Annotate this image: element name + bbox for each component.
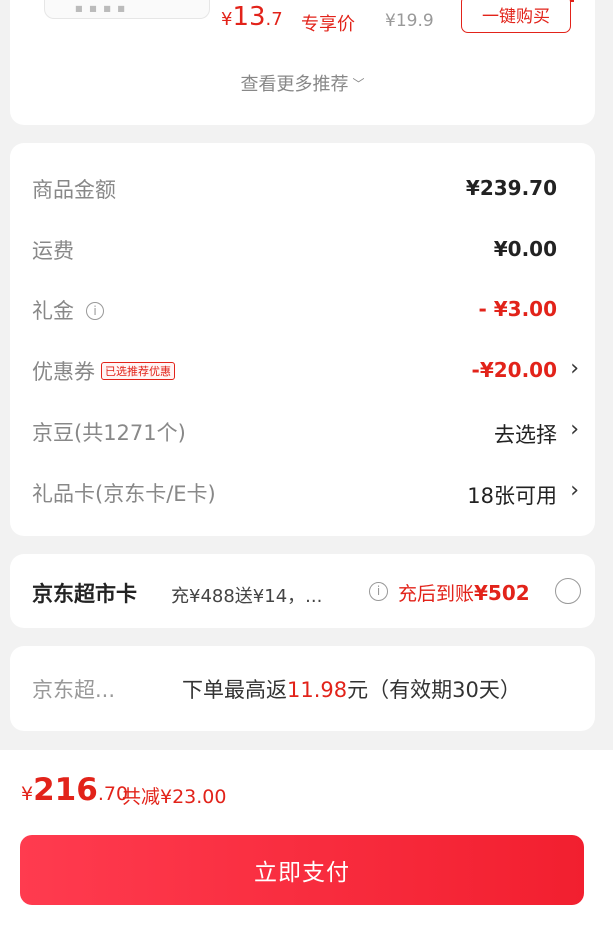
summary-row-jingdou[interactable]: 京豆(共1271个) 去选择 › [32,417,595,447]
reward-amount: ¥502 [474,581,530,605]
row-label: 优惠券 已选推荐优惠 [32,356,175,386]
original-price: ¥19.9 [385,11,434,31]
row-value: 去选择 [494,423,557,447]
row-label: 礼金 i [32,295,104,325]
row-label: 商品金额 [32,178,116,202]
summary-row-shipping: 运费 ¥0.00 [32,235,595,265]
supermarket-card-reward: 充后到账¥502 [398,581,530,605]
row-label: 礼品卡(京东卡/E卡) [32,482,216,506]
recommend-card: ■ ■ ■ ■ ¥13.7 专享价 ¥19.9 一键购买 查看更多推荐 ﹀ [10,0,595,125]
row-value: ¥239.70 [465,176,557,200]
row-value: -¥20.00 [471,358,557,382]
supermarket-card-radio[interactable] [555,578,581,604]
rebate-card: 京东超... 下单最高返11.98元（有效期30天） [10,646,595,731]
row-label: 京豆(共1271个) [32,421,186,445]
summary-row-coupon[interactable]: 优惠券 已选推荐优惠 -¥20.00 › [32,356,595,386]
total-price: ¥216.70 [21,772,128,808]
supermarket-card-title: 京东超市卡 [32,582,137,606]
price-integer: 13 [232,2,266,32]
info-icon[interactable]: i [86,302,104,320]
supermarket-card-promo[interactable]: 京东超市卡 充¥488送¥14，... i 充后到账¥502 [10,554,595,628]
summary-row-gift-money: 礼金 i - ¥3.00 [32,295,595,325]
summary-row-gift-card[interactable]: 礼品卡(京东卡/E卡) 18张可用 › [32,478,595,508]
one-click-buy-button[interactable]: 一键购买 [461,0,571,33]
chevron-right-icon: › [570,478,579,503]
rebate-amount: 11.98 [287,678,348,702]
row-value: 18张可用 [467,484,557,508]
order-summary-card: 商品金额 ¥239.70 运费 ¥0.00 礼金 i - ¥3.00 优惠券 已选推… [10,143,595,536]
total-saved: 共减¥23.00 [122,786,227,808]
see-more-label: 查看更多推荐 [240,74,349,95]
exclusive-price-label: 专享价 [301,14,355,35]
total-integer: 216 [33,772,98,808]
row-value: - ¥3.00 [478,297,557,321]
summary-row-goods-amount: 商品金额 ¥239.70 [32,174,595,204]
thumbnail-marks: ■ ■ ■ ■ [75,4,127,13]
price-decimal: .7 [265,9,283,30]
row-label: 运费 [32,239,74,263]
recommend-price: ¥13.7 [221,2,283,32]
info-icon[interactable]: i [369,582,388,601]
pay-now-button[interactable]: 立即支付 [20,835,584,905]
chevron-down-icon: ﹀ [352,77,365,91]
checkout-bar: ¥216.70 共减¥23.00 立即支付 [0,750,613,927]
product-thumbnail[interactable]: ■ ■ ■ ■ [44,0,210,19]
chevron-right-icon: › [570,356,579,381]
rebate-text: 下单最高返11.98元（有效期30天） [182,678,521,702]
total-currency: ¥ [21,783,34,805]
supermarket-card-description: 充¥488送¥14，... [171,586,323,607]
row-value: ¥0.00 [493,237,557,261]
chevron-right-icon: › [570,417,579,442]
rebate-label: 京东超... [32,678,116,702]
recommended-coupon-tag: 已选推荐优惠 [101,362,175,380]
price-currency: ¥ [221,9,233,30]
see-more-recommendations[interactable]: 查看更多推荐 ﹀ [10,70,595,96]
